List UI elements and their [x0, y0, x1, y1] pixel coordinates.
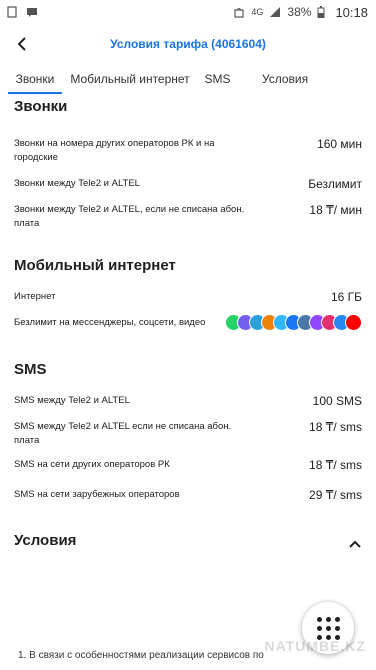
section-title-sms: SMS — [14, 361, 47, 378]
status-bar: 4G 38% 10:18 — [0, 0, 376, 24]
sim-icon — [6, 6, 18, 18]
row-value: 18 ₸/ sms — [309, 420, 362, 434]
arrow-left-icon — [17, 37, 26, 51]
calls-row-no-fee: Звонки между Tele2 и ALTEL, если не спис… — [0, 203, 376, 231]
tab-mobile-internet[interactable]: Мобильный интернет — [70, 64, 190, 94]
status-left — [6, 6, 38, 18]
page-title: Условия тарифа (4061604) — [110, 37, 266, 51]
app-icons — [225, 314, 362, 331]
tab-sms[interactable]: SMS — [190, 64, 245, 94]
tariff-content[interactable]: Звонки Звонки на номера других операторо… — [0, 94, 376, 670]
row-value: 100 SMS — [312, 394, 362, 408]
sms-row-foreign-operators: SMS на сети зарубежных операторов 29 ₸/ … — [0, 488, 376, 502]
row-label: Безлимит на мессенджеры, соцсети, видео — [14, 316, 206, 328]
section-title-conditions: Условия — [14, 532, 77, 549]
conditions-header[interactable]: Условия — [0, 526, 376, 549]
row-label: SMS на сети зарубежных операторов — [14, 489, 180, 500]
row-value: 18 ₸/ мин — [309, 203, 362, 217]
row-value: 18 ₸/ sms — [309, 458, 362, 472]
tab-conditions[interactable]: Условия — [245, 64, 325, 94]
grid-dots-icon — [316, 616, 340, 640]
row-label: Интернет — [14, 291, 56, 302]
section-title-calls: Звонки — [14, 98, 68, 115]
signal-icon — [269, 6, 281, 18]
row-value: 29 ₸/ sms — [309, 488, 362, 502]
battery-percent: 38% — [287, 5, 312, 19]
conditions-note: 1. В связи с особенностями реализации се… — [18, 650, 264, 661]
row-label: Звонки на номера других операторов РК и … — [14, 138, 215, 163]
youtube-icon — [345, 314, 362, 331]
network-type: 4G — [251, 7, 264, 17]
sms-row-tele2-altel: SMS между Tele2 и ALTEL 100 SMS — [0, 394, 376, 408]
row-value: 160 мин — [317, 137, 362, 151]
back-button[interactable] — [8, 30, 36, 58]
row-label: Звонки между Tele2 и ALTEL, если не спис… — [14, 204, 245, 229]
row-label: SMS на сети других операторов РК — [14, 459, 170, 470]
row-label: Звонки между Tele2 и ALTEL — [14, 178, 140, 189]
row-label: SMS между Tele2 и ALTEL если не списана … — [14, 421, 232, 446]
sms-row-other-operators: SMS на сети других операторов РК 18 ₸/ s… — [0, 458, 376, 472]
message-icon — [26, 6, 38, 18]
tab-bar: Звонки Мобильный интернет SMS Условия — [0, 64, 376, 94]
row-value: 16 ГБ — [330, 290, 362, 304]
bag-icon — [233, 6, 245, 18]
calls-row-other-operators: Звонки на номера других операторов РК и … — [0, 137, 376, 165]
app-header: Условия тарифа (4061604) — [0, 24, 376, 64]
battery-icon — [317, 6, 329, 19]
calls-row-tele2-altel: Звонки между Tele2 и ALTEL Безлимит — [0, 177, 376, 191]
row-label: SMS между Tele2 и ALTEL — [14, 395, 130, 406]
clock: 10:18 — [335, 4, 368, 20]
internet-row-unlimited-apps: Безлимит на мессенджеры, соцсети, видео — [0, 314, 376, 331]
sms-row-no-fee: SMS между Tele2 и ALTEL если не списана … — [0, 420, 376, 448]
section-title-internet: Мобильный интернет — [14, 257, 176, 274]
row-value: Безлимит — [308, 177, 362, 191]
internet-row-data: Интернет 16 ГБ — [0, 290, 376, 304]
chevron-up-icon[interactable] — [348, 536, 362, 554]
status-right: 4G 38% 10:18 — [233, 5, 368, 20]
tab-calls[interactable]: Звонки — [0, 64, 70, 94]
